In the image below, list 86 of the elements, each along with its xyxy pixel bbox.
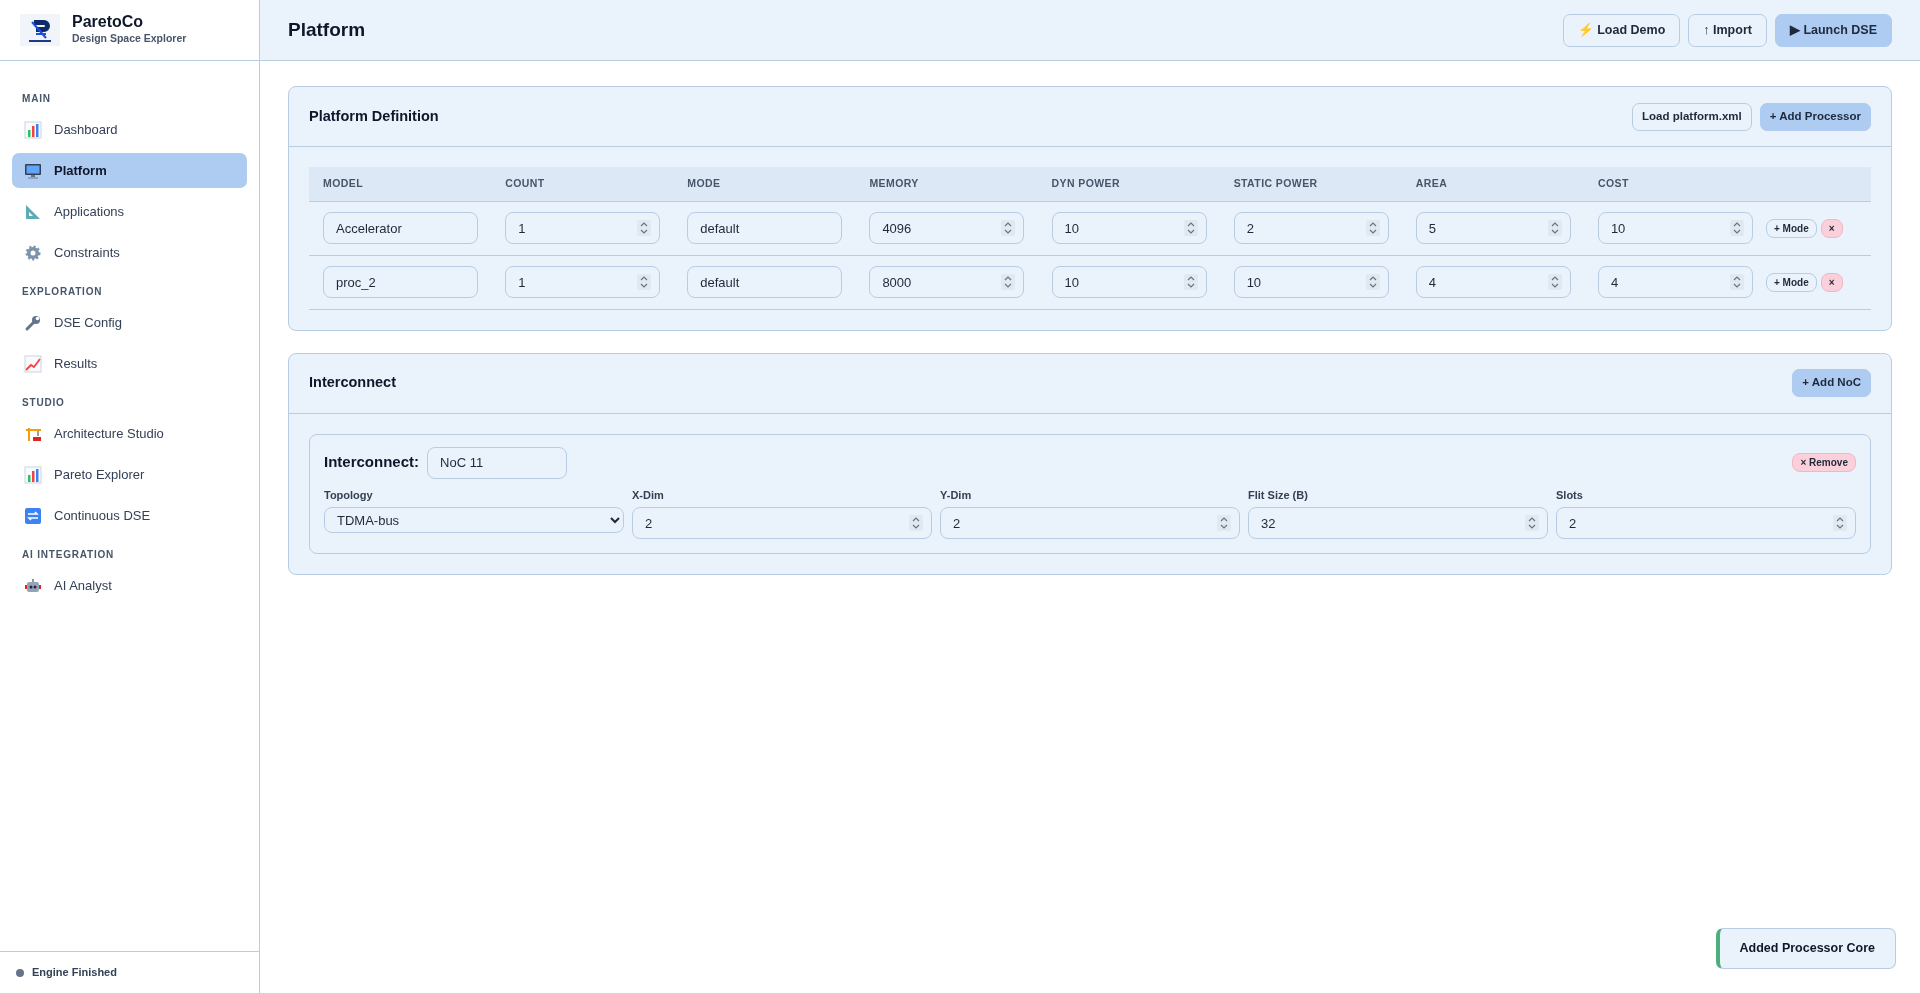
text-field[interactable]: Accelerator: [323, 212, 478, 244]
number-field[interactable]: 5: [1415, 212, 1571, 244]
text-field[interactable]: default: [687, 266, 843, 298]
wrench-icon: [24, 313, 42, 332]
sidebar-item[interactable]: Dashboard: [12, 112, 247, 147]
field-label: X-Dim: [632, 487, 665, 503]
number-field[interactable]: 1: [505, 266, 661, 298]
number-field[interactable]: 4: [1597, 266, 1753, 298]
card-title: Platform Definition: [309, 107, 439, 126]
stepper-icon[interactable]: [637, 220, 652, 236]
line-chart-icon: [24, 354, 42, 373]
remove-button[interactable]: × Remove: [1792, 453, 1856, 472]
add-mode-button[interactable]: + Mode: [1766, 218, 1817, 238]
bar-chart-icon: [24, 465, 42, 484]
triangle-ruler-icon: [24, 202, 42, 221]
stepper-icon[interactable]: [909, 515, 923, 531]
number-field[interactable]: 4: [1415, 266, 1571, 298]
column-header: COUNT: [505, 176, 545, 189]
sidebar-item[interactable]: AI Analyst: [12, 568, 247, 603]
monitor-icon: [24, 161, 42, 180]
brand-name: ParetoCo: [72, 13, 145, 31]
dropdown[interactable]: TDMA-bus: [324, 507, 624, 533]
number-field[interactable]: 2: [1556, 507, 1856, 539]
sidebar-item[interactable]: Applications: [12, 194, 247, 229]
section-heading: AI INTEGRATION: [21, 548, 116, 562]
number-field[interactable]: 2: [940, 507, 1240, 539]
stepper-icon[interactable]: [1525, 515, 1539, 531]
interconnect-label: Interconnect:: [324, 452, 419, 473]
field-label: Topology: [324, 487, 374, 503]
action-button[interactable]: + Add Processor: [1759, 102, 1871, 131]
column-header: MEMORY: [869, 176, 919, 189]
add-mode-button[interactable]: + Mode: [1766, 272, 1817, 292]
delete-button[interactable]: ×: [1820, 272, 1843, 292]
stepper-icon[interactable]: [637, 274, 652, 290]
number-field[interactable]: 2: [1233, 212, 1389, 244]
number-field[interactable]: 2: [632, 507, 932, 539]
refresh-icon: [24, 506, 42, 525]
robot-icon: [24, 576, 42, 595]
section-heading: EXPLORATION: [21, 285, 104, 299]
stepper-icon[interactable]: [1001, 274, 1016, 290]
section-heading: STUDIO: [21, 396, 66, 410]
action-button[interactable]: ⚡ Load Demo: [1562, 13, 1681, 47]
action-button[interactable]: ▶ Launch DSE: [1774, 13, 1892, 47]
brand-tagline: Design Space Explorer: [72, 30, 187, 46]
text-field[interactable]: proc_2: [323, 266, 478, 298]
section-heading: MAIN: [21, 92, 52, 106]
number-field[interactable]: 8000: [869, 266, 1025, 298]
number-field[interactable]: 1: [505, 212, 661, 244]
delete-button[interactable]: ×: [1820, 218, 1843, 238]
number-field[interactable]: 4096: [869, 212, 1025, 244]
sidebar-item[interactable]: Pareto Explorer: [12, 457, 247, 492]
stepper-icon[interactable]: [1217, 515, 1231, 531]
column-header: COST: [1597, 176, 1629, 189]
sidebar-item[interactable]: DSE Config: [12, 305, 247, 340]
field-label: Slots: [1556, 487, 1584, 503]
action-button[interactable]: ↑ Import: [1688, 13, 1767, 47]
number-field[interactable]: 10: [1051, 212, 1207, 244]
sidebar-item[interactable]: Platform: [12, 153, 247, 188]
name-field[interactable]: NoC 11: [427, 446, 567, 479]
sidebar-item[interactable]: Results: [12, 346, 247, 381]
add-noc-button[interactable]: + Add NoC: [1792, 369, 1871, 397]
column-header: DYN POWER: [1051, 176, 1121, 189]
text-field[interactable]: default: [687, 212, 843, 244]
column-header: MODE: [687, 176, 721, 189]
column-header: MODEL: [323, 176, 363, 189]
toast-notification: Added Processor Core: [1715, 928, 1896, 969]
logo-icon: [20, 14, 60, 46]
action-button[interactable]: Load platform.xml: [1632, 102, 1752, 131]
stepper-icon[interactable]: [1833, 515, 1847, 531]
field-label: Flit Size (B): [1248, 487, 1309, 503]
sidebar-item[interactable]: Continuous DSE: [12, 498, 247, 533]
sidebar-item[interactable]: Constraints: [12, 235, 247, 270]
column-header: AREA: [1415, 176, 1448, 189]
stepper-icon[interactable]: [1001, 220, 1016, 236]
sidebar-item[interactable]: Architecture Studio: [12, 416, 247, 451]
number-field[interactable]: 10: [1051, 266, 1207, 298]
column-header: STATIC POWER: [1233, 176, 1318, 189]
page-title: Platform: [288, 18, 366, 42]
card-title: Interconnect: [309, 374, 396, 392]
number-field[interactable]: 10: [1233, 266, 1389, 298]
number-field[interactable]: 10: [1597, 212, 1753, 244]
status-text: Engine Finished: [32, 965, 117, 981]
number-field[interactable]: 32: [1248, 507, 1548, 539]
gear-icon: [24, 243, 42, 262]
field-label: Y-Dim: [940, 487, 973, 503]
bar-chart-icon: [24, 120, 42, 139]
